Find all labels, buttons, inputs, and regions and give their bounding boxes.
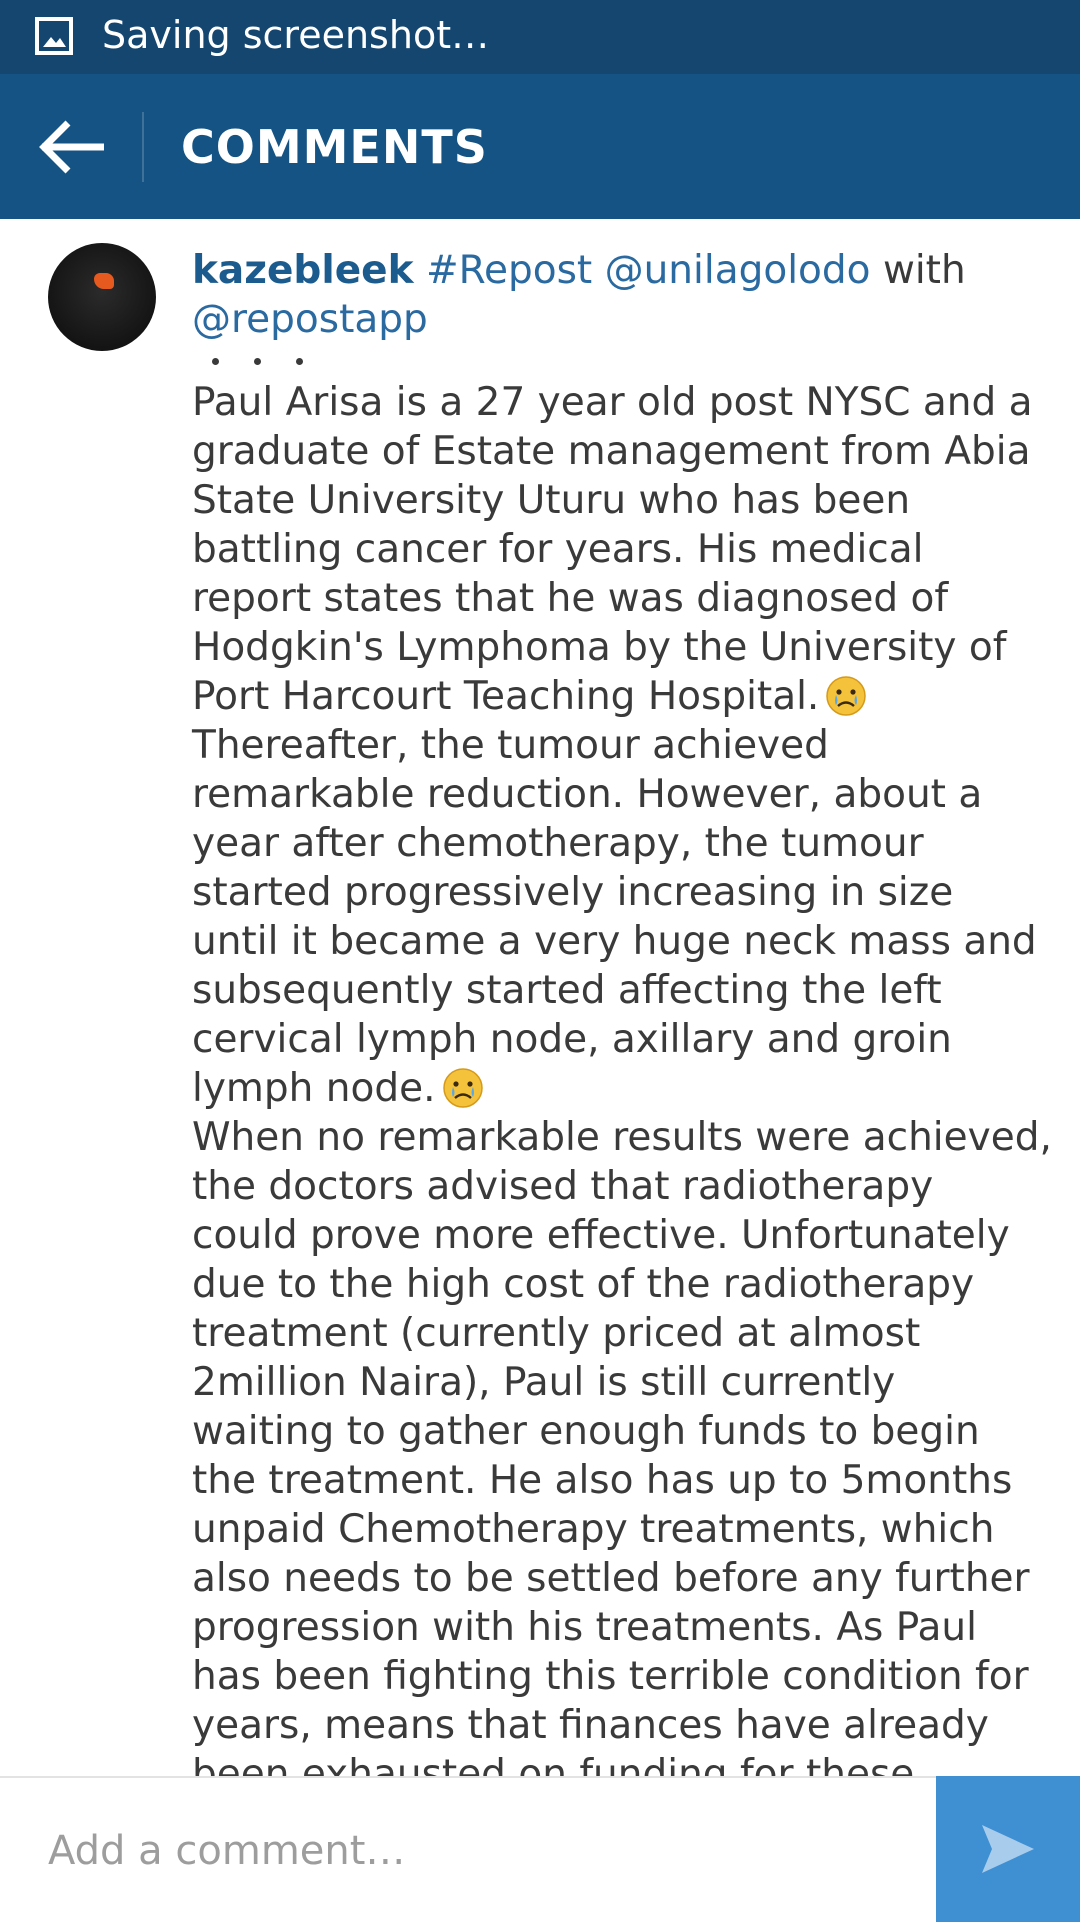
comment-text-segment: years, means that finances have already [192,1703,989,1748]
comment-text-line: treatment (currently priced at almost [192,1309,1012,1358]
ellipsis-dots [192,344,1012,378]
comment-text-segment: treatment (currently priced at almost [192,1311,921,1356]
avatar-map-shape [94,273,114,289]
comment-text-line: report states that he was diagnosed of [192,574,1012,623]
comment-text-segment: report states that he was diagnosed of [192,576,949,621]
comment-text-line: Hodgkin's Lymphoma by the University of [192,623,1012,672]
comment-text-line: Port Harcourt Teaching Hospital. [192,672,1012,721]
comment-text-segment: battling cancer for years. His medical [192,527,924,572]
dot [296,358,303,365]
comment-text-segment: been exhausted on funding for these [192,1752,915,1776]
comment-text-segment: started progressively increasing in size [192,870,954,915]
status-bar: Saving screenshot… [0,0,1080,74]
comment-text-line: subsequently started affecting the left [192,966,1012,1015]
dot [212,358,219,365]
comment-text-segment: 2million Naira), Paul is still currently [192,1360,896,1405]
comment-text-segment: year after chemotherapy, the tumour [192,821,924,866]
comment-text-line: the doctors advised that radiotherapy [192,1162,1012,1211]
comment-text-line: until it became a very huge neck mass an… [192,917,1037,966]
comment-item: kazebleek #Repost @unilagolodo with @rep… [0,219,1080,1776]
comment-text-segment: waiting to gather enough funds to begin [192,1409,980,1454]
comment-text-segment: could prove more effective. Unfortunatel… [192,1213,1010,1258]
comment-text-line: When no remarkable results were achieved… [192,1113,1052,1162]
comment-text-segment: has been fighting this terrible conditio… [192,1654,1029,1699]
with-text: with [882,248,966,293]
comment-text-line: 2million Naira), Paul is still currently [192,1358,1012,1407]
comment-text-segment: the treatment. He also has up to 5months [192,1458,1013,1503]
comment-text-line: Paul Arisa is a 27 year old post NYSC an… [192,378,1033,427]
comment-text-segment: subsequently started affecting the left [192,968,942,1013]
comment-text-line: been exhausted on funding for these [192,1750,1012,1776]
comment-text-line: has been fighting this terrible conditio… [192,1652,1029,1701]
comment-text-line: Thereafter, the tumour achieved [192,721,1012,770]
comment-text-line: year after chemotherapy, the tumour [192,819,1012,868]
comment-text-segment: unpaid Chemotherapy treatments, which [192,1507,995,1552]
comment-text-line: State University Uturu who has been [192,476,1012,525]
comment-text-line: also needs to be settled before any furt… [192,1554,1030,1603]
comment-text-segment: When no remarkable results were achieved… [192,1115,1052,1160]
comment-text-line: remarkable reduction. However, about a [192,770,1012,819]
comment-text-segment: the doctors advised that radiotherapy [192,1164,934,1209]
status-text: Saving screenshot… [102,13,490,57]
avatar[interactable] [48,243,156,351]
comment-bar [0,1776,1080,1922]
comment-text-segment: Hodgkin's Lymphoma by the University of [192,625,1007,670]
dot [254,358,261,365]
hashtag-link[interactable]: #Repost [426,248,592,293]
send-button[interactable] [936,1776,1080,1922]
crying-face-emoji [442,1068,483,1108]
comment-text-line: started progressively increasing in size [192,868,1012,917]
comment-text-line: unpaid Chemotherapy treatments, which [192,1505,1012,1554]
comment-text-segment: until it became a very huge neck mass an… [192,919,1037,964]
mention-link[interactable]: @unilagolodo [605,248,871,293]
comment-text-line: lymph node. [192,1064,1012,1113]
comment-text-line: progression with his treatments. As Paul [192,1603,1012,1652]
comment-text-segment: also needs to be settled before any furt… [192,1556,1030,1601]
comment-text-segment: due to the high cost of the radiotherapy [192,1262,975,1307]
comment-text-segment: Thereafter, the tumour achieved [192,723,829,768]
page-title: COMMENTS [181,120,488,174]
app-header: COMMENTS [0,74,1080,219]
comment-text-line: cervical lymph node, axillary and groin [192,1015,1012,1064]
comment-text-line: due to the high cost of the radiotherapy [192,1260,1012,1309]
back-button[interactable] [22,102,122,192]
send-icon [982,1825,1034,1873]
comment-text-segment: Port Harcourt Teaching Hospital. [192,674,820,719]
comment-text-segment: Paul Arisa is a 27 year old post NYSC an… [192,380,1033,425]
comment-text-line: battling cancer for years. His medical [192,525,1012,574]
comment-text-line: graduate of Estate management from Abia [192,427,1031,476]
comment-text-segment: graduate of Estate management from Abia [192,429,1031,474]
comment-text-line: the treatment. He also has up to 5months [192,1456,1012,1505]
header-divider [142,112,144,182]
comment-text-line: could prove more effective. Unfortunatel… [192,1211,1012,1260]
image-icon [35,17,73,55]
comment-text-line: years, means that finances have already [192,1701,1012,1750]
comment-text-segment: remarkable reduction. However, about a [192,772,983,817]
comment-username[interactable]: kazebleek [192,248,414,293]
comment-body: kazebleek #Repost @unilagolodo with @rep… [192,246,1052,1776]
comment-input[interactable] [30,1800,930,1902]
comment-text-segment: State University Uturu who has been [192,478,911,523]
comment-text-segment: progression with his treatments. As Paul [192,1605,977,1650]
crying-face-emoji [826,676,867,716]
back-arrow-icon [39,120,104,174]
comment-text-line: waiting to gather enough funds to begin [192,1407,1012,1456]
comment-text-segment: cervical lymph node, axillary and groin [192,1017,952,1062]
comment-text: Paul Arisa is a 27 year old post NYSC an… [192,378,1052,1776]
comment-text-segment: lymph node. [192,1066,436,1111]
app-mention-link[interactable]: @repostapp [192,297,428,342]
